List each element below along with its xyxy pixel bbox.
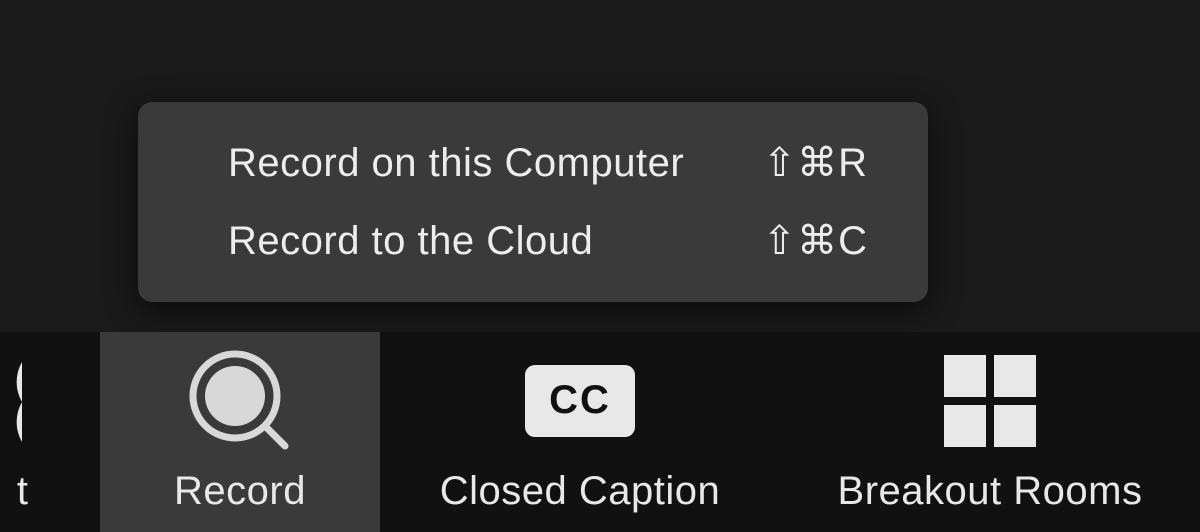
toolbar-button-label: Closed Caption [440,469,721,514]
partial-label: t [17,469,28,514]
grid-icon [780,332,1200,469]
breakout-rooms-button[interactable]: Breakout Rooms [780,332,1200,532]
record-icon [100,332,380,469]
menu-item-label: Record on this Computer [228,141,684,186]
meeting-toolbar: t Record CC Closed Caption Breakout Room [0,332,1200,532]
toolbar-partial-left: t [0,332,100,532]
cc-icon: CC [380,332,780,469]
menu-item-record-local[interactable]: Record on this Computer ⇧⌘R [138,124,928,202]
closed-caption-button[interactable]: CC Closed Caption [380,332,780,532]
record-button[interactable]: Record [100,332,380,532]
menu-item-label: Record to the Cloud [228,219,593,264]
toolbar-button-label: Breakout Rooms [838,469,1143,514]
menu-item-shortcut: ⇧⌘C [763,218,868,264]
record-options-menu: Record on this Computer ⇧⌘R Record to th… [138,102,928,302]
menu-item-shortcut: ⇧⌘R [763,140,868,186]
partial-icon [0,362,22,442]
toolbar-button-label: Record [174,469,306,514]
cc-badge: CC [525,365,635,437]
menu-item-record-cloud[interactable]: Record to the Cloud ⇧⌘C [138,202,928,280]
